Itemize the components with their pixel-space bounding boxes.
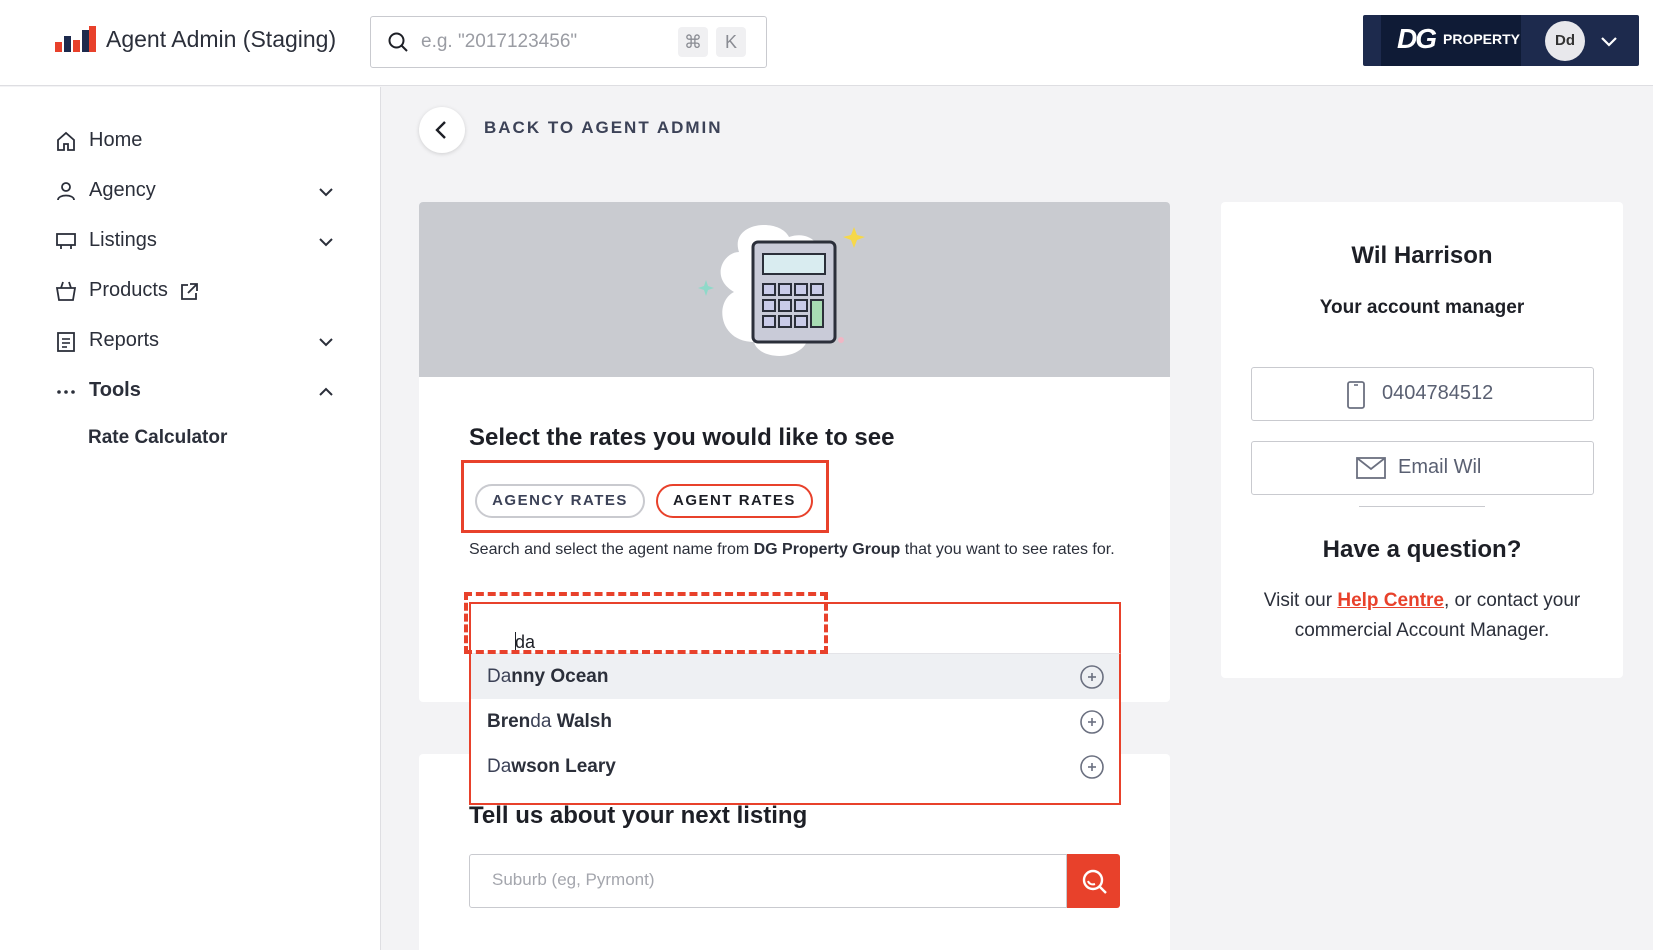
plus-circle-icon[interactable] (1079, 709, 1105, 735)
phone-button[interactable]: 0404784512 (1251, 367, 1594, 421)
chevron-left-icon (435, 121, 446, 139)
question-text: Visit our Help Centre, or contact your c… (1241, 586, 1603, 646)
chevron-down-icon (319, 338, 333, 347)
command-key-hint: ⌘ (678, 27, 708, 57)
dots-icon (57, 390, 75, 394)
list-item[interactable]: Brenda Walsh (471, 699, 1119, 744)
calculator-illustration-icon (698, 225, 865, 356)
person-icon (57, 182, 75, 201)
sidebar: Home Agency Listings Products Reports To… (0, 87, 381, 950)
manager-name: Wil Harrison (1351, 242, 1493, 269)
question-title: Have a question? (1322, 536, 1522, 563)
external-link-icon (181, 283, 198, 300)
rates-toggle-highlight (461, 460, 829, 533)
avatar[interactable]: Dd (1545, 21, 1585, 61)
list-item[interactable]: Dawson Leary (471, 744, 1119, 789)
list-item[interactable]: Danny Ocean (471, 654, 1119, 699)
plus-circle-icon[interactable] (1079, 664, 1105, 690)
question-text-part: Visit our (1263, 590, 1338, 611)
rates-title: Select the rates you would like to see (469, 424, 895, 451)
home-icon (57, 131, 75, 151)
account-manager-card: Wil Harrison Your account manager 040478… (1221, 202, 1623, 678)
global-search[interactable]: e.g. "2017123456" ⌘ K (370, 16, 767, 68)
chevron-down-icon (319, 188, 333, 197)
agency-logo-text: PROPERTY (1443, 31, 1521, 47)
divider (1359, 506, 1485, 507)
top-bar: Agent Admin (Staging) e.g. "2017123456" … (0, 0, 1653, 86)
chevron-down-icon[interactable] (1599, 31, 1619, 51)
sidebar-item-products[interactable]: Products (55, 277, 335, 307)
hero-banner (419, 202, 1170, 377)
sidebar-item-rate-calculator[interactable]: Rate Calculator (88, 427, 227, 449)
app-logo-icon[interactable] (55, 24, 97, 56)
plus-circle-icon[interactable] (1079, 754, 1105, 780)
suggestion-name: Dawson Leary (487, 756, 616, 777)
search-input-highlight (464, 592, 828, 654)
search-icon (1082, 869, 1107, 894)
k-key-hint: K (716, 27, 746, 57)
sidebar-item-label: Agency (89, 179, 156, 201)
suburb-input[interactable]: Suburb (eg, Pyrmont) (469, 854, 1067, 908)
sidebar-item-label: Home (89, 129, 143, 151)
sidebar-item-label: Reports (89, 329, 160, 351)
suburb-placeholder: Suburb (eg, Pyrmont) (492, 870, 655, 889)
agency-name: DG Property Group (753, 541, 901, 558)
mail-icon (1356, 457, 1386, 479)
agent-suggestions: Danny Ocean Brenda Walsh Dawson Leary (469, 654, 1121, 805)
help-centre-link[interactable]: Help Centre (1337, 590, 1444, 611)
email-button[interactable]: Email Wil (1251, 441, 1594, 495)
suggestion-name: Danny Ocean (487, 666, 609, 687)
sidebar-item-listings[interactable]: Listings (55, 227, 335, 257)
back-button[interactable] (419, 107, 465, 153)
sidebar-item-label: Products (89, 279, 168, 301)
sidebar-item-label: Tools (89, 379, 141, 401)
sidebar-item-home[interactable]: Home (55, 127, 335, 157)
app-title: Agent Admin (Staging) (106, 26, 337, 52)
sidebar-item-label: Listings (89, 229, 157, 251)
agency-switcher[interactable]: DG PROPERTY Dd (1363, 15, 1639, 66)
suburb-search-button[interactable] (1067, 854, 1120, 908)
sidebar-item-tools[interactable]: Tools (55, 377, 335, 407)
back-link[interactable]: BACK TO AGENT ADMIN (484, 118, 723, 138)
desc-text: that you want to see rates for. (900, 541, 1115, 558)
agency-logo-mark: DG (1397, 23, 1437, 54)
chevron-down-icon (319, 238, 333, 247)
chevron-up-icon (319, 387, 333, 396)
manager-role: Your account manager (1319, 297, 1525, 318)
listing-title: Tell us about your next listing (469, 802, 808, 829)
search-placeholder: e.g. "2017123456" (421, 31, 578, 52)
suggestion-name: Brenda Walsh (487, 711, 612, 732)
rates-description: Search and select the agent name from DG… (469, 540, 1119, 560)
clipboard-icon (57, 332, 75, 352)
phone-icon (1347, 381, 1365, 409)
desc-text: Search and select the agent name from (469, 541, 754, 558)
sidebar-item-reports[interactable]: Reports (55, 327, 335, 357)
sidebar-item-agency[interactable]: Agency (55, 177, 335, 207)
email-label: Email Wil (1398, 456, 1482, 478)
search-icon (388, 32, 408, 52)
agency-logo: DG PROPERTY (1381, 15, 1521, 66)
phone-number: 0404784512 (1382, 382, 1494, 404)
monitor-icon (56, 233, 76, 249)
basket-icon (55, 281, 77, 301)
